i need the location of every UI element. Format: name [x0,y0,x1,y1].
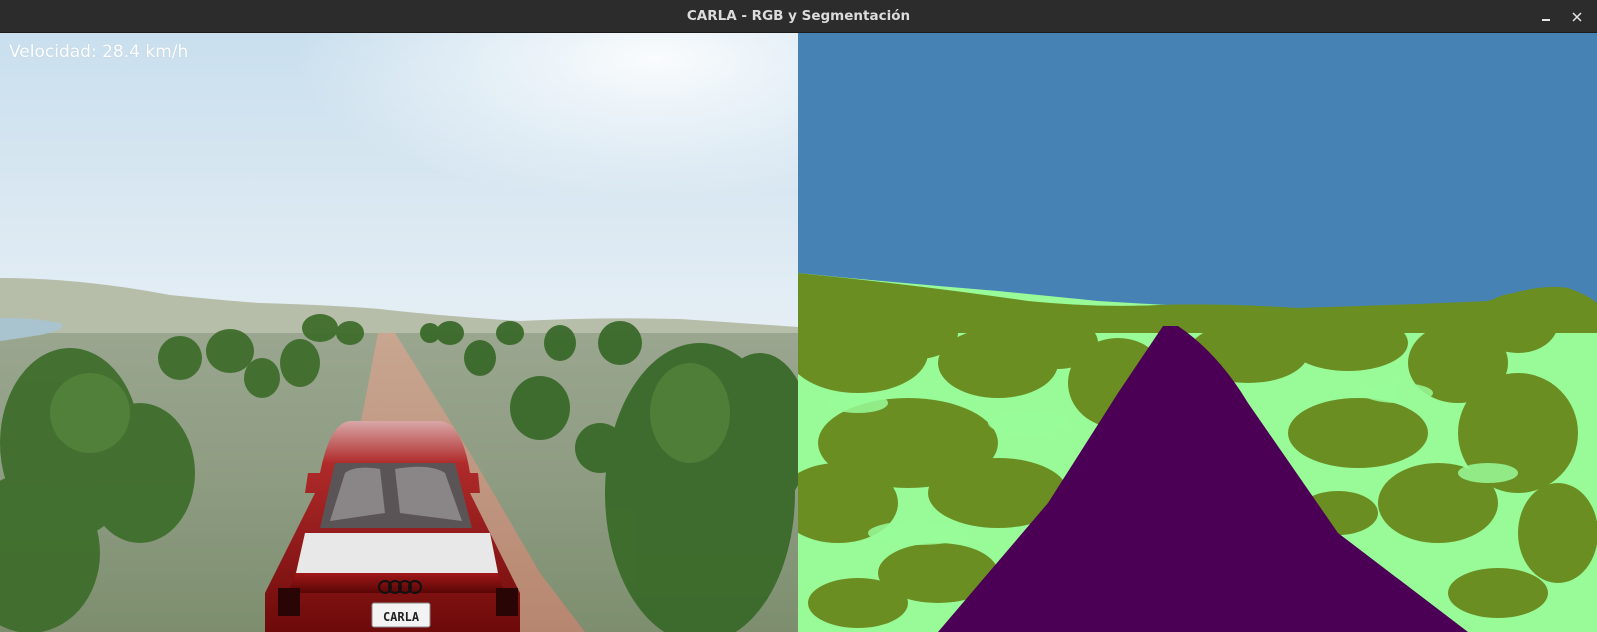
speed-readout: Velocidad: 28.4 km/h [9,42,189,62]
segmentation-scene [798,33,1597,632]
segmentation-view [798,33,1597,632]
carla-window: CARLA - RGB y Segmentación Velocidad: 28… [0,0,1597,632]
title-bar[interactable]: CARLA - RGB y Segmentación [0,0,1597,33]
minimize-icon[interactable] [1535,6,1557,28]
rgb-scene: CARLA [0,33,798,632]
license-plate: CARLA [383,610,420,624]
close-icon[interactable] [1566,6,1588,28]
window-title: CARLA - RGB y Segmentación [686,8,911,24]
rgb-camera-view: Velocidad: 28.4 km/h CARLA [0,33,798,632]
